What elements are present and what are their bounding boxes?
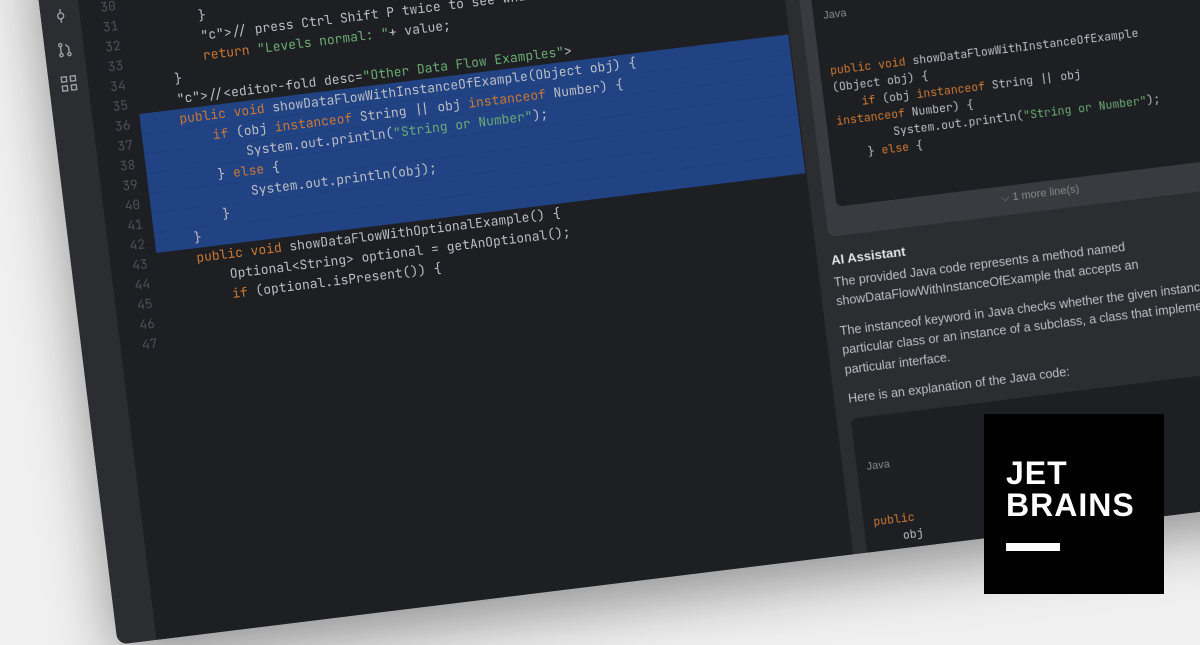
logo-bar <box>1006 543 1060 551</box>
jetbrains-logo: JET BRAINS <box>984 414 1164 594</box>
logo-line1: JET <box>1006 457 1142 489</box>
user-message: Me Explain the following Java code: Java… <box>789 0 1200 237</box>
code-editor[interactable]: 30 31 32 33 34 35 36 37 38 39 40 41 42 4… <box>78 0 852 640</box>
code-content[interactable]: System.out.println("Special value"); } "… <box>124 0 852 634</box>
logo-line2: BRAINS <box>1006 489 1142 521</box>
structure-tool-icon[interactable] <box>58 73 78 93</box>
pull-request-icon[interactable] <box>54 40 74 60</box>
commit-tool-icon[interactable] <box>50 6 70 26</box>
code-lang-label: Java <box>822 0 1200 25</box>
editor-area: DataFlowAnalysis.java × ⋮ 30 31 32 33 34… <box>74 0 852 640</box>
user-code-content: public void showDataFlowWithInstanceOfEx… <box>829 15 1200 163</box>
